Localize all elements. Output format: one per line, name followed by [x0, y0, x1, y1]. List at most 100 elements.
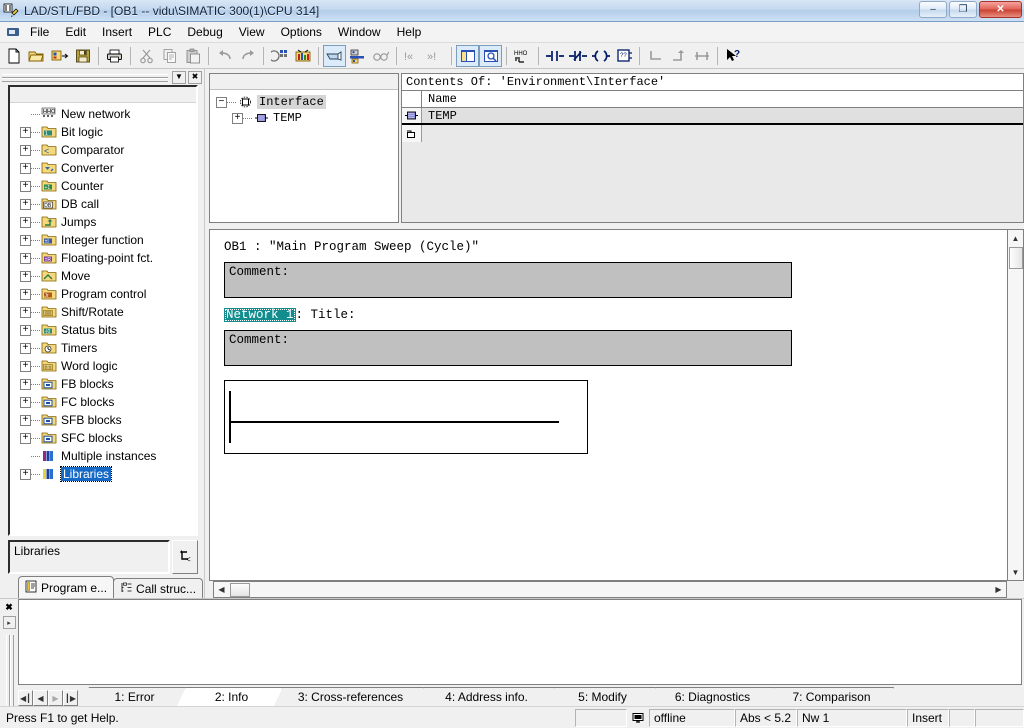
expander-icon[interactable]: +	[20, 180, 31, 192]
expander-icon[interactable]: +	[20, 126, 31, 138]
table-row[interactable]: TEMP	[402, 108, 1023, 125]
symbol-table-icon[interactable]	[346, 45, 369, 67]
symbol-info-icon[interactable]	[323, 44, 346, 67]
output-content[interactable]	[18, 599, 1022, 685]
expander-icon[interactable]: −	[216, 96, 227, 108]
window-close-button[interactable]: ✕	[979, 1, 1022, 18]
save-icon[interactable]	[71, 45, 94, 67]
menu-options[interactable]: Options	[273, 23, 330, 41]
vertical-scroll-thumb[interactable]	[1008, 247, 1023, 269]
contents-header-name[interactable]: Name	[422, 91, 1023, 107]
expander-icon[interactable]: +	[20, 378, 31, 390]
expander-icon[interactable]: +	[20, 414, 31, 426]
tree-item-new-network[interactable]: HHO New network	[10, 105, 196, 123]
scroll-left-icon[interactable]: ◀	[214, 582, 229, 597]
tree-item-comparator[interactable]: + < Comparator	[10, 141, 196, 159]
new-network-icon[interactable]: HHO	[511, 45, 534, 67]
tree-item-timers[interactable]: + Timers	[10, 339, 196, 357]
panel-dropdown-button[interactable]: ▼	[172, 70, 186, 84]
tree-item-word-logic[interactable]: + Word logic	[10, 357, 196, 375]
next-tab-button[interactable]: ▶	[48, 690, 63, 706]
menu-insert[interactable]: Insert	[94, 23, 140, 41]
open-online-icon[interactable]	[48, 45, 71, 67]
first-tab-button[interactable]: ◀┃	[18, 690, 33, 706]
print-icon[interactable]	[103, 45, 126, 67]
ladder-rung[interactable]	[224, 380, 588, 454]
tab-program-elements[interactable]: Program e...	[18, 576, 115, 598]
branch-parallel-icon[interactable]	[690, 45, 713, 67]
jump-up-icon[interactable]: <	[172, 540, 198, 574]
undo-icon[interactable]	[213, 45, 236, 67]
output-tab-comparison[interactable]: 7: Comparison	[766, 687, 894, 706]
output-panel-expand-button[interactable]: ▸	[2, 616, 16, 629]
network-title-text[interactable]: : Title:	[296, 308, 356, 322]
output-tab-address-info[interactable]: 4: Address info.	[415, 687, 555, 706]
expander-icon[interactable]: +	[20, 306, 31, 318]
tree-item-converter[interactable]: + Converter	[10, 159, 196, 177]
output-panel-close-button[interactable]: ✖	[3, 601, 16, 614]
menu-debug[interactable]: Debug	[179, 23, 230, 41]
block-comment-box[interactable]: Comment:	[224, 262, 792, 298]
tree-item-multiple-instances[interactable]: Multiple instances	[10, 447, 196, 465]
tree-item-counter[interactable]: + +1 Counter	[10, 177, 196, 195]
tree-item-shift-rotate[interactable]: + Shift/Rotate	[10, 303, 196, 321]
panel-title-grip[interactable]: ▼ ✖	[0, 69, 204, 85]
expander-icon[interactable]: +	[20, 144, 31, 156]
output-panel-grip[interactable]	[5, 635, 14, 706]
glasses-icon[interactable]	[369, 45, 392, 67]
network-comment-box[interactable]: Comment:	[224, 330, 792, 366]
help-cursor-icon[interactable]: ?	[722, 45, 745, 67]
output-tab-info[interactable]: 2: Info	[177, 687, 283, 706]
network-label-chip[interactable]: Network 1	[224, 308, 296, 322]
menu-edit[interactable]: Edit	[57, 23, 94, 41]
expander-icon[interactable]: +	[20, 396, 31, 408]
horizontal-scroll-thumb[interactable]	[230, 582, 250, 597]
expander-icon[interactable]: +	[20, 234, 31, 246]
tree-item-move[interactable]: + Move	[10, 267, 196, 285]
tree-item-bit-logic[interactable]: + 1 Bit logic	[10, 123, 196, 141]
editor-vertical-scrollbar[interactable]: ▲ ▼	[1007, 229, 1024, 581]
tab-call-structure[interactable]: Call struc...	[113, 578, 204, 598]
menu-view[interactable]: View	[231, 23, 273, 41]
menu-file[interactable]: File	[22, 23, 57, 41]
scroll-up-icon[interactable]: ▲	[1008, 230, 1023, 246]
tree-item-fc-blocks[interactable]: + FC blocks	[10, 393, 196, 411]
cut-icon[interactable]	[135, 45, 158, 67]
tree-item-sfb-blocks[interactable]: + SFB blocks	[10, 411, 196, 429]
zoom-detail-icon[interactable]	[479, 44, 502, 67]
tree-scroll-area[interactable]: HHO New network + 1 Bit logic + < Compar…	[10, 103, 196, 534]
expander-icon[interactable]: +	[20, 468, 31, 480]
output-tab-modify[interactable]: 5: Modify	[546, 687, 656, 706]
panel-close-button[interactable]: ✖	[188, 70, 202, 84]
expander-icon[interactable]: +	[20, 198, 31, 210]
window-minimize-button[interactable]: –	[919, 1, 947, 18]
overviews-icon[interactable]	[456, 44, 479, 67]
menu-plc[interactable]: PLC	[140, 23, 179, 41]
expander-icon[interactable]: +	[20, 162, 31, 174]
expander-icon[interactable]: +	[20, 216, 31, 228]
output-tab-diagnostics[interactable]: 6: Diagnostics	[647, 687, 775, 706]
error-prev-icon[interactable]: !«	[401, 45, 424, 67]
output-tab-cross-references[interactable]: 3: Cross-references	[274, 687, 424, 706]
tree-item-jumps[interactable]: + Jumps	[10, 213, 196, 231]
monitor-icon[interactable]	[291, 45, 314, 67]
tree-item-sfc-blocks[interactable]: + SFC blocks	[10, 429, 196, 447]
expander-icon[interactable]: +	[20, 360, 31, 372]
library-combo[interactable]: Libraries	[8, 540, 170, 574]
tree-item-db-call[interactable]: + DB DB call	[10, 195, 196, 213]
interface-tree-row-interface[interactable]: − Interface	[210, 94, 398, 110]
last-tab-button[interactable]: ┃▶	[63, 690, 78, 706]
tree-item-fb-blocks[interactable]: + FB blocks	[10, 375, 196, 393]
menu-help[interactable]: Help	[389, 23, 430, 41]
open-icon[interactable]	[25, 45, 48, 67]
table-row[interactable]	[402, 125, 1023, 142]
copy-icon[interactable]	[158, 45, 181, 67]
expander-icon[interactable]: +	[232, 112, 243, 124]
contact-no-icon[interactable]	[543, 45, 566, 67]
tree-item-status-bits[interactable]: + -|0 Status bits	[10, 321, 196, 339]
window-maximize-button[interactable]: ❐	[949, 1, 977, 18]
output-tab-error[interactable]: 1: Error	[80, 687, 186, 706]
paste-icon[interactable]	[181, 45, 204, 67]
interface-tree-row-temp[interactable]: + TEMP	[210, 110, 398, 126]
tree-item-program-control[interactable]: + Jr Program control	[10, 285, 196, 303]
